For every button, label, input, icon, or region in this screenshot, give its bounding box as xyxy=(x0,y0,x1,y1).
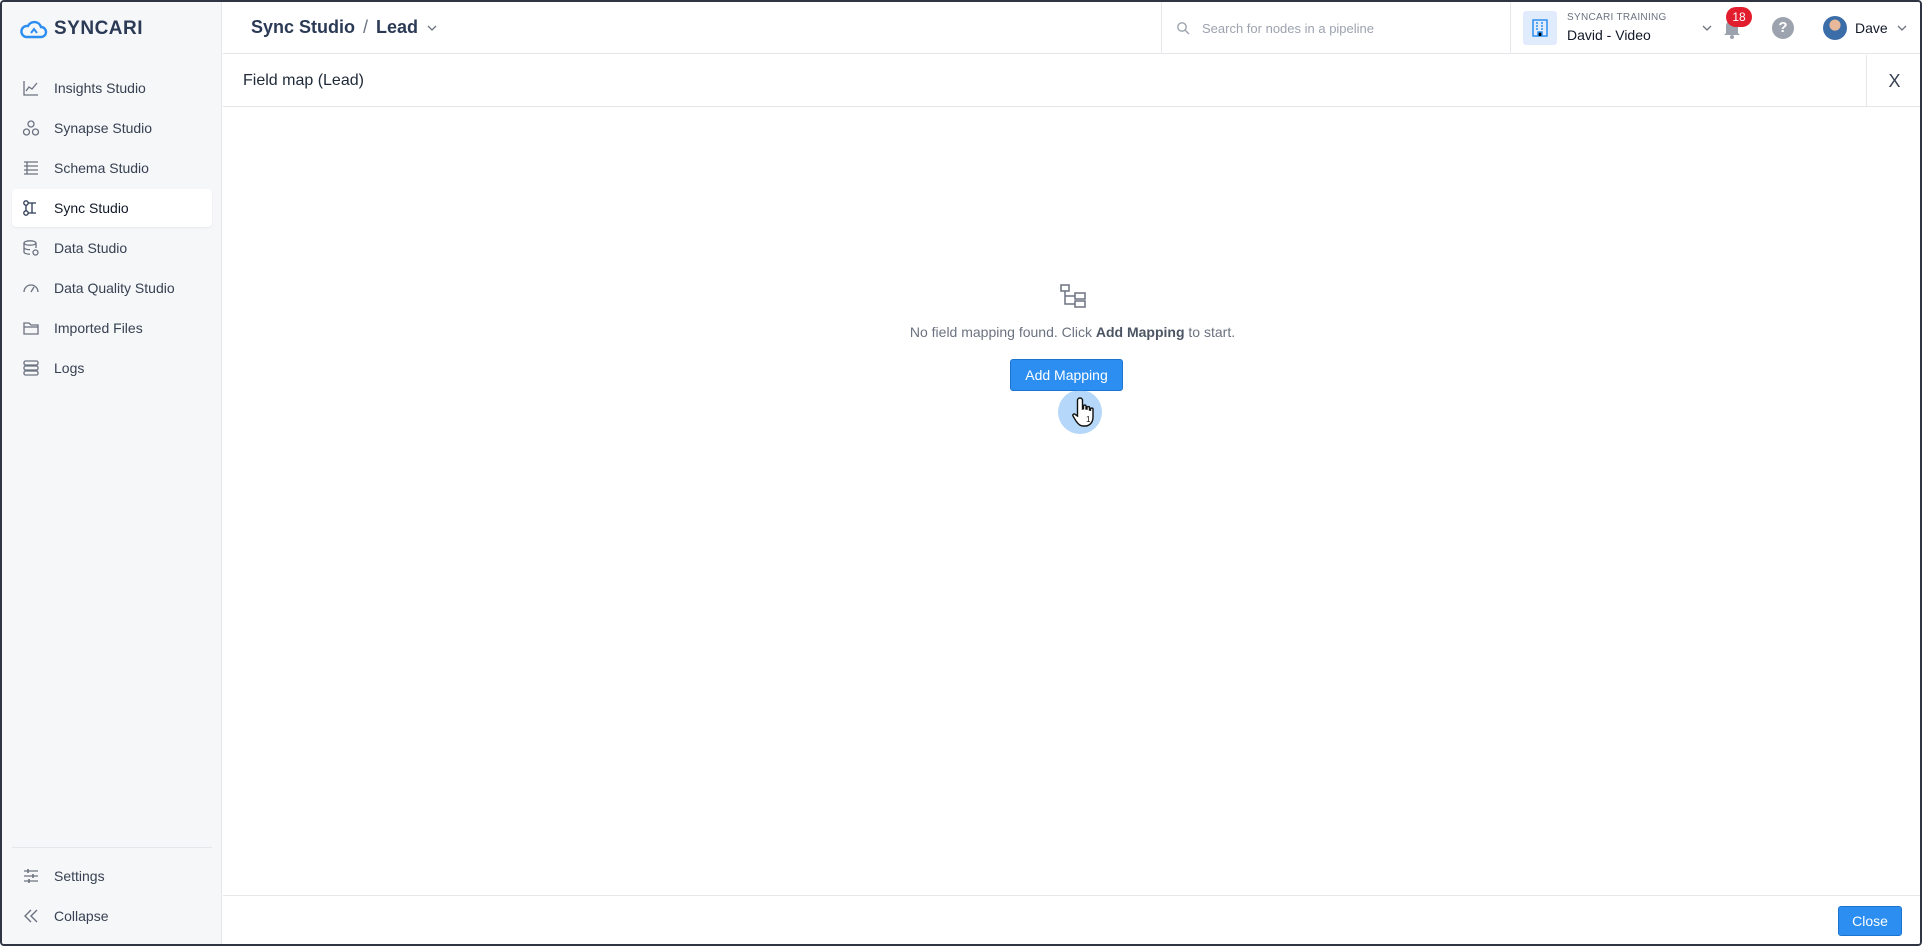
building-icon xyxy=(1523,11,1557,45)
double-chevron-left-icon xyxy=(24,909,38,923)
search-input[interactable] xyxy=(1202,20,1492,36)
sidebar-item-logs[interactable]: Logs xyxy=(12,349,212,387)
help-icon[interactable]: ? xyxy=(1772,17,1794,39)
breadcrumb-current[interactable]: Lead xyxy=(376,17,418,38)
sidebar-item-insights-studio[interactable]: Insights Studio xyxy=(12,69,212,107)
empty-message: No field mapping found. Click Add Mappin… xyxy=(223,324,1920,340)
panel-footer: Close xyxy=(223,895,1920,944)
search-icon xyxy=(1177,22,1190,35)
breadcrumb: Sync Studio / Lead xyxy=(251,17,438,38)
empty-message-prefix: No field mapping found. Click xyxy=(909,324,1096,340)
search-bar xyxy=(1161,2,1511,54)
empty-message-suffix: to start. xyxy=(1184,324,1236,340)
sidebar-item-label: Sync Studio xyxy=(54,200,129,216)
app-window: SYNCARI Insights Studio Synapse Studio S… xyxy=(0,0,1922,946)
close-icon[interactable]: X xyxy=(1866,55,1920,107)
field-map-panel: Field map (Lead) X No field mapping foun… xyxy=(223,55,1920,944)
database-icon xyxy=(23,240,39,256)
sidebar-item-label: Logs xyxy=(54,360,85,376)
workspace-name: David - Video xyxy=(1567,27,1651,44)
empty-state: No field mapping found. Click Add Mappin… xyxy=(223,283,1920,340)
empty-message-bold: Add Mapping xyxy=(1095,324,1185,340)
user-menu[interactable]: Dave xyxy=(1823,16,1908,40)
sidebar-item-schema-studio[interactable]: Schema Studio xyxy=(12,149,212,187)
sync-icon xyxy=(23,200,36,216)
sidebar-item-label: Insights Studio xyxy=(54,80,146,96)
breadcrumb-root[interactable]: Sync Studio xyxy=(251,17,355,38)
panel-header: Field map (Lead) X xyxy=(223,55,1920,107)
cloud-logo-icon xyxy=(20,20,48,39)
sidebar-item-label: Collapse xyxy=(54,908,109,924)
logs-icon xyxy=(23,360,39,376)
logo-text: SYNCARI xyxy=(54,18,144,39)
sidebar-item-label: Imported Files xyxy=(54,320,143,336)
hand-cursor-icon: 1 xyxy=(1072,397,1094,427)
chevron-down-icon xyxy=(1702,25,1712,31)
chart-icon xyxy=(23,81,38,96)
close-button[interactable]: Close xyxy=(1838,906,1902,936)
notification-badge: 18 xyxy=(1726,7,1752,27)
sidebar-item-label: Settings xyxy=(54,868,105,884)
sidebar-item-imported-files[interactable]: Imported Files xyxy=(12,309,212,347)
workspace-text: SYNCARI TRAINING David - Video xyxy=(1567,12,1667,44)
panel-title: Field map (Lead) xyxy=(243,71,364,89)
sidebar-bottom: Settings Collapse xyxy=(12,857,212,937)
synapse-icon xyxy=(22,120,40,136)
sidebar-item-label: Data Studio xyxy=(54,240,128,256)
sidebar-item-data-studio[interactable]: Data Studio xyxy=(12,229,212,267)
user-name: Dave xyxy=(1855,20,1888,36)
chevron-down-icon xyxy=(1897,25,1907,31)
sidebar-item-synapse-studio[interactable]: Synapse Studio xyxy=(12,109,212,147)
chevron-down-icon[interactable] xyxy=(426,22,438,34)
add-mapping-button[interactable]: Add Mapping xyxy=(1010,359,1123,391)
cursor-badge: 1 xyxy=(1086,415,1091,424)
sidebar-item-label: Data Quality Studio xyxy=(54,280,175,296)
sidebar-item-sync-studio[interactable]: Sync Studio xyxy=(12,189,212,227)
sidebar-item-label: Schema Studio xyxy=(54,160,149,176)
workspace-org: SYNCARI TRAINING xyxy=(1567,12,1667,24)
sidebar-item-collapse[interactable]: Collapse xyxy=(12,897,212,935)
top-header: Sync Studio / Lead SYNCARI TRAINING Davi… xyxy=(223,2,1920,54)
sidebar-divider xyxy=(12,847,212,848)
sidebar-nav: Insights Studio Synapse Studio Schema St… xyxy=(12,69,212,389)
schema-icon xyxy=(24,161,38,175)
workspace-selector[interactable]: SYNCARI TRAINING David - Video xyxy=(1523,8,1713,48)
sidebar: SYNCARI Insights Studio Synapse Studio S… xyxy=(2,2,222,944)
breadcrumb-separator: / xyxy=(363,17,369,37)
hierarchy-icon xyxy=(1059,284,1086,308)
sidebar-item-settings[interactable]: Settings xyxy=(12,857,212,895)
logo[interactable]: SYNCARI xyxy=(18,16,143,42)
avatar xyxy=(1823,16,1847,40)
sidebar-item-data-quality-studio[interactable]: Data Quality Studio xyxy=(12,269,212,307)
gauge-icon xyxy=(23,284,39,293)
folder-icon xyxy=(23,322,39,335)
sidebar-item-label: Synapse Studio xyxy=(54,120,153,136)
sliders-icon xyxy=(24,869,38,883)
